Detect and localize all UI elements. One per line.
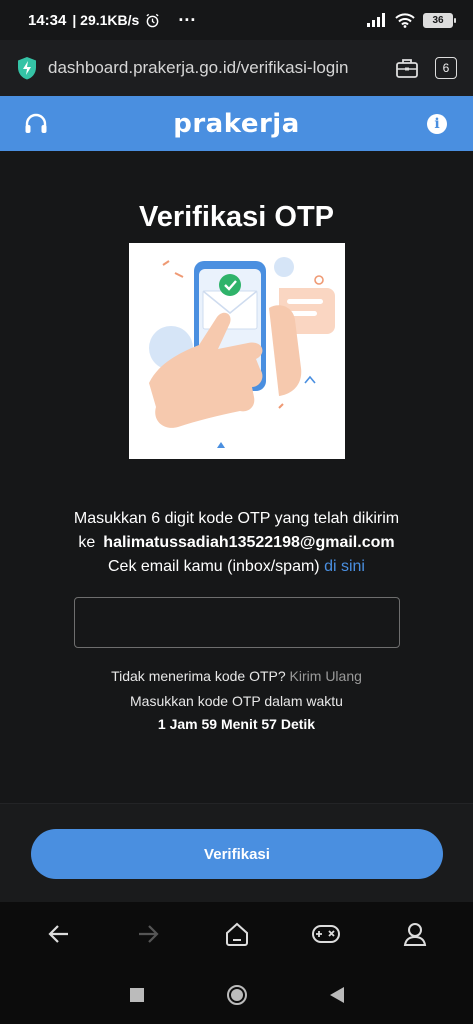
- home-button[interactable]: [217, 914, 257, 954]
- status-more: ···: [178, 9, 197, 30]
- briefcase-icon[interactable]: [395, 57, 419, 79]
- gamepad-icon: [311, 925, 340, 943]
- page-title: Verifikasi OTP: [138, 201, 335, 233]
- url-text[interactable]: dashboard.prakerja.go.id/verifikasi-logi…: [48, 58, 349, 78]
- otp-verification-panel: Verifikasi OTP Masukkan 6 digit kode OTP…: [0, 151, 473, 803]
- user-email: halimatussadiah13522198@gmail.com: [103, 534, 395, 551]
- email-line: ke halimatussadiah13522198@gmail.com: [0, 531, 473, 555]
- resend-line: Tidak menerima kode OTP? Kirim Ulang: [0, 668, 473, 684]
- home-icon: [225, 922, 248, 946]
- wifi-icon: [395, 12, 415, 28]
- status-bar: 14:34 | 29.1KB/s ··· 36: [0, 0, 473, 40]
- browser-nav-bar: [0, 902, 473, 966]
- recents-button[interactable]: [125, 983, 149, 1007]
- brand-logo: prakerja: [173, 108, 300, 139]
- resend-link[interactable]: Kirim Ulang: [290, 668, 362, 684]
- otp-instruction: Masukkan 6 digit kode OTP yang telah dik…: [0, 507, 473, 579]
- recents-icon: [129, 988, 144, 1002]
- countdown-timer: 1 Jam 59 Menit 57 Detik: [157, 716, 316, 732]
- status-net-speed: | 29.1KB/s: [72, 12, 140, 28]
- otp-illustration: [129, 243, 345, 459]
- game-button[interactable]: [306, 914, 346, 954]
- app-header: prakerja i: [0, 96, 473, 151]
- system-nav-bar: [0, 966, 473, 1024]
- verify-button[interactable]: Verifikasi: [31, 829, 443, 879]
- footer-bar: Verifikasi: [0, 803, 473, 902]
- otp-input[interactable]: [74, 597, 400, 648]
- instruction-text: Masukkan 6 digit kode OTP yang telah dik…: [73, 510, 400, 527]
- alarm-icon: [146, 13, 159, 27]
- shield-icon: [18, 57, 36, 80]
- system-back-icon: [329, 987, 344, 1003]
- profile-button[interactable]: [395, 914, 435, 954]
- check-email-line: Cek email kamu (inbox/spam) di sini: [0, 555, 473, 579]
- info-icon[interactable]: i: [427, 114, 447, 134]
- system-home-button[interactable]: [225, 983, 249, 1007]
- check-email-text: Cek email kamu (inbox/spam): [108, 558, 320, 575]
- headset-icon[interactable]: [24, 113, 48, 135]
- browser-url-bar[interactable]: dashboard.prakerja.go.id/verifikasi-logi…: [0, 40, 473, 96]
- back-button[interactable]: [39, 914, 79, 954]
- timer-label: Masukkan kode OTP dalam waktu: [130, 693, 343, 709]
- back-icon: [47, 925, 68, 943]
- battery-icon: 36: [423, 12, 456, 28]
- resend-text: Tidak menerima kode OTP?: [111, 668, 286, 684]
- check-email-link[interactable]: di sini: [324, 558, 365, 575]
- system-back-button[interactable]: [325, 983, 349, 1007]
- signal-icon: [367, 13, 385, 27]
- forward-icon: [138, 925, 159, 943]
- forward-button[interactable]: [128, 914, 168, 954]
- status-time: 14:34: [28, 11, 67, 29]
- profile-icon: [403, 923, 426, 946]
- system-home-icon: [226, 985, 247, 1005]
- email-prefix: ke: [78, 534, 96, 551]
- tabs-count-button[interactable]: 6: [435, 57, 457, 79]
